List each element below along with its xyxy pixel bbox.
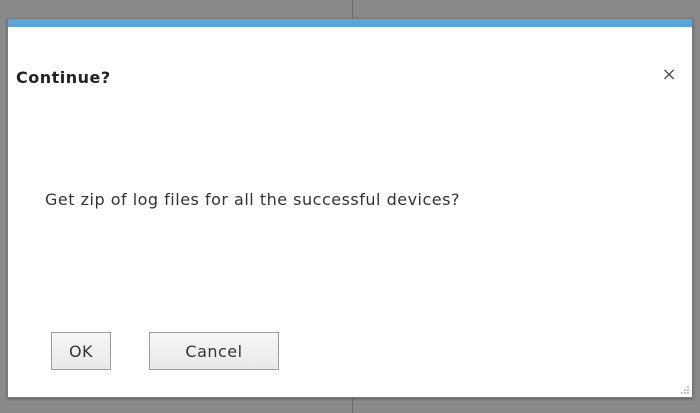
- dialog-title: Continue?: [16, 68, 111, 87]
- confirm-dialog: Continue? × Get zip of log files for all…: [7, 18, 693, 398]
- close-icon[interactable]: ×: [660, 66, 678, 84]
- resize-grip-icon[interactable]: [680, 385, 690, 395]
- ok-button[interactable]: OK: [51, 332, 111, 370]
- dialog-accent-bar: [8, 19, 692, 27]
- dialog-message: Get zip of log files for all the success…: [45, 190, 460, 209]
- cancel-button[interactable]: Cancel: [149, 332, 279, 370]
